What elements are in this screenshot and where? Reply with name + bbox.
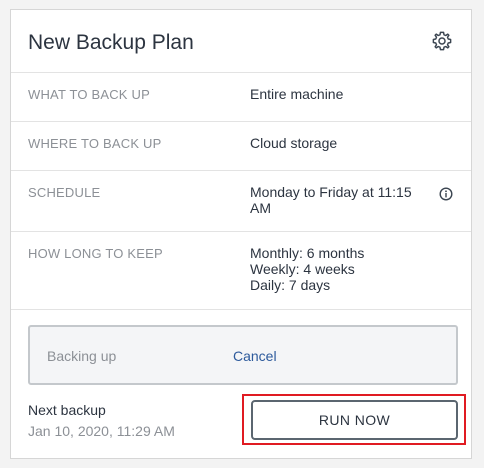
detail-label-schedule: SCHEDULE: [28, 185, 101, 200]
detail-label-where: WHERE TO BACK UP: [28, 136, 162, 151]
info-icon[interactable]: [439, 187, 453, 201]
detail-label-what: WHAT TO BACK UP: [28, 87, 150, 102]
detail-value-where: Cloud storage: [250, 135, 337, 151]
backup-status-text: Backing up: [47, 348, 117, 364]
detail-value-line: Daily: 7 days: [250, 277, 331, 293]
detail-value-line: Entire machine: [250, 86, 344, 102]
detail-row-retention: HOW LONG TO KEEP Monthly: 6 months Weekl…: [11, 232, 471, 310]
cancel-backup-link[interactable]: Cancel: [233, 348, 277, 364]
detail-row-schedule: SCHEDULE Monday to Friday at 11:15 AM: [11, 171, 471, 232]
detail-value-line: AM: [250, 200, 271, 216]
detail-value-line: Monday to Friday at 11:15: [250, 184, 412, 200]
next-backup-time: Jan 10, 2020, 11:29 AM: [28, 423, 175, 439]
backup-plan-panel: New Backup Plan WHAT TO BACK UP Entire m…: [10, 9, 472, 459]
detail-value-line: Weekly: 4 weeks: [250, 261, 355, 277]
run-now-button[interactable]: RUN NOW: [251, 400, 458, 440]
detail-row-where: WHERE TO BACK UP Cloud storage: [11, 122, 471, 171]
backup-status-box: Backing up Cancel: [28, 325, 458, 385]
detail-label-retention: HOW LONG TO KEEP: [28, 246, 163, 261]
panel-title: New Backup Plan: [28, 31, 194, 54]
detail-value-line: Cloud storage: [250, 135, 338, 151]
detail-value-schedule: Monday to Friday at 11:15 AM: [250, 184, 412, 216]
detail-value-retention: Monthly: 6 months Weekly: 4 weeks Daily:…: [250, 245, 364, 293]
detail-value-what: Entire machine: [250, 86, 343, 102]
detail-value-line: Monthly: 6 months: [250, 245, 365, 261]
detail-row-what: WHAT TO BACK UP Entire machine: [11, 73, 471, 122]
panel-header: New Backup Plan: [11, 10, 471, 73]
next-backup-label: Next backup: [28, 402, 106, 418]
gear-icon[interactable]: [431, 30, 453, 52]
